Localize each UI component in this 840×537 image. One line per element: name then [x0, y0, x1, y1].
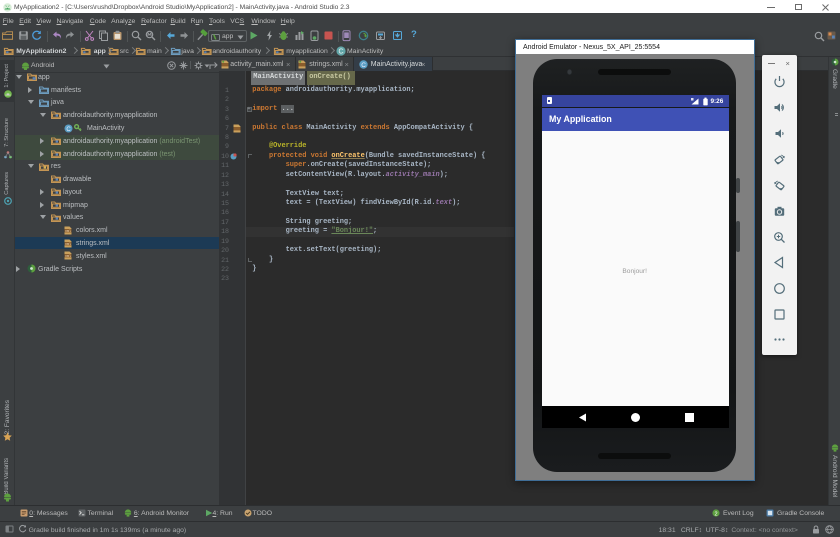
svg-text:C: C: [338, 49, 343, 56]
svg-text:xml: xml: [65, 254, 71, 259]
svg-text:2: 2: [714, 511, 717, 517]
svg-text:xml: xml: [65, 229, 71, 234]
svg-text:xml: xml: [65, 241, 71, 246]
svg-text:C: C: [361, 62, 366, 69]
svg-text:C: C: [66, 126, 71, 132]
